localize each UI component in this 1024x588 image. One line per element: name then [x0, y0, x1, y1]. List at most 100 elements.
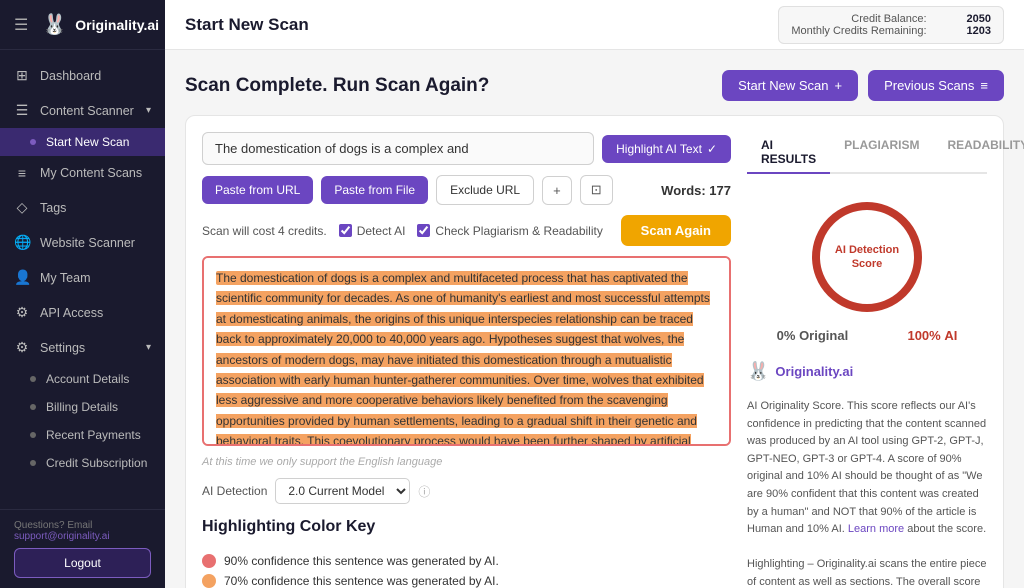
sidebar-nav: ⊞ Dashboard ☰ Content Scanner ▾ Start Ne… [0, 50, 165, 509]
sidebar-header: ☰ 🐰 Originality.ai [0, 0, 165, 50]
sidebar-item-label: My Content Scans [40, 166, 142, 180]
exclude-url-button[interactable]: Exclude URL [436, 175, 534, 205]
brand-name: Originality.ai [775, 364, 853, 379]
original-score: 0% Original [777, 328, 849, 343]
results-tabs: AI RESULTS PLAGIARISM READABILITY [747, 132, 987, 174]
plagiarism-checkbox-label[interactable]: Check Plagiarism & Readability [417, 224, 602, 238]
monthly-credits-label: Monthly Credits Remaining: [791, 25, 926, 37]
sidebar-item-website-scanner[interactable]: 🌐 Website Scanner [0, 225, 165, 260]
copy-icon-button[interactable]: ⊡ [580, 175, 613, 205]
brain-icon: 🐰 [747, 361, 769, 382]
tab-ai-results[interactable]: AI RESULTS [747, 132, 830, 174]
sidebar-title: Originality.ai [75, 17, 159, 33]
detect-ai-checkbox[interactable] [339, 224, 352, 237]
paste-from-url-button[interactable]: Paste from URL [202, 176, 313, 204]
logo-icon: 🐰 [42, 12, 67, 37]
content-area: Scan Complete. Run Scan Again? Start New… [165, 50, 1024, 588]
logout-button[interactable]: Logout [14, 548, 151, 578]
monthly-credits-row: Monthly Credits Remaining: 1203 [791, 25, 991, 37]
score-circle-label: AI DetectionScore [835, 243, 899, 272]
tab-plagiarism[interactable]: PLAGIARISM [830, 132, 933, 174]
learn-more-link[interactable]: Learn more [848, 523, 904, 535]
sidebar-item-my-team[interactable]: 👤 My Team [0, 260, 165, 295]
scan-header-actions: Start New Scan + Previous Scans ≡ [722, 70, 1004, 101]
scanner-right: AI RESULTS PLAGIARISM READABILITY AI Det… [747, 132, 987, 588]
highlighted-text-area: The domestication of dogs is a complex a… [202, 256, 731, 446]
sidebar-item-content-scanner[interactable]: ☰ Content Scanner ▾ [0, 93, 165, 128]
sub-dot [30, 460, 36, 466]
website-scanner-icon: 🌐 [14, 234, 30, 251]
start-new-scan-button[interactable]: Start New Scan + [722, 70, 858, 101]
ai-highlighted-sentence: The domestication of dogs is a complex a… [216, 271, 714, 446]
tab-readability[interactable]: READABILITY [933, 132, 1024, 174]
sidebar-item-settings[interactable]: ⚙ Settings ▾ [0, 330, 165, 365]
info-icon[interactable]: ⓘ [418, 483, 430, 500]
scan-again-button[interactable]: Scan Again [621, 215, 731, 246]
language-note: At this time we only support the English… [202, 456, 731, 468]
sidebar-item-label: API Access [40, 306, 103, 320]
sidebar-item-recent-payments[interactable]: Recent Payments [0, 421, 165, 449]
highlight-ai-text-button[interactable]: Highlight AI Text ✓ [602, 135, 731, 163]
sub-dot [30, 432, 36, 438]
settings-icon: ⚙ [14, 339, 30, 356]
sidebar-item-billing-details[interactable]: Billing Details [0, 393, 165, 421]
scan-header: Scan Complete. Run Scan Again? Start New… [185, 70, 1004, 101]
model-select[interactable]: 2.0 Current Model [275, 478, 410, 504]
sidebar-item-dashboard[interactable]: ⊞ Dashboard [0, 58, 165, 93]
paste-from-file-button[interactable]: Paste from File [321, 176, 428, 204]
color-key-title: Highlighting Color Key [202, 518, 731, 536]
detect-ai-checkbox-label[interactable]: Detect AI [339, 224, 406, 238]
sidebar: ☰ 🐰 Originality.ai ⊞ Dashboard ☰ Content… [0, 0, 165, 588]
active-dot [30, 139, 36, 145]
model-label: AI Detection [202, 484, 267, 498]
monthly-credits-value: 1203 [967, 25, 991, 37]
model-row: AI Detection 2.0 Current Model ⓘ [202, 478, 731, 504]
chevron-down-icon: ▾ [146, 342, 151, 353]
menu-icon: ≡ [980, 78, 988, 93]
color-dot-70 [202, 574, 216, 588]
sidebar-item-api-access[interactable]: ⚙ API Access [0, 295, 165, 330]
plagiarism-checkbox[interactable] [417, 224, 430, 237]
sidebar-item-tags[interactable]: ◇ Tags [0, 190, 165, 225]
ai-score: 100% AI [907, 328, 957, 343]
hamburger-icon[interactable]: ☰ [14, 15, 28, 35]
color-key-item-90: 90% confidence this sentence was generat… [202, 554, 731, 568]
scan-options-row: Scan will cost 4 credits. Detect AI Chec… [202, 215, 731, 246]
sidebar-item-label: Credit Subscription [46, 456, 147, 470]
support-text: Questions? Email support@originality.ai [14, 520, 151, 542]
color-dot-90 [202, 554, 216, 568]
sidebar-item-label: Tags [40, 201, 66, 215]
color-key-label-90: 90% confidence this sentence was generat… [224, 554, 499, 568]
sub-dot [30, 404, 36, 410]
plus-icon: + [834, 78, 842, 93]
results-description: AI Originality Score. This score reflect… [747, 398, 987, 588]
color-key-label-70: 70% confidence this sentence was generat… [224, 574, 499, 588]
sidebar-item-label: Recent Payments [46, 428, 141, 442]
credit-balance-value: 2050 [967, 13, 991, 25]
color-key-item-70: 70% confidence this sentence was generat… [202, 574, 731, 588]
main-content: Start New Scan Credit Balance: 2050 Mont… [165, 0, 1024, 588]
sidebar-item-label: Billing Details [46, 400, 118, 414]
originality-brand: 🐰 Originality.ai [747, 361, 987, 382]
sidebar-item-label: Content Scanner [40, 104, 134, 118]
sidebar-item-label: Start New Scan [46, 135, 129, 149]
scanner-left: The domestication of dogs is a complex a… [202, 132, 731, 588]
credits-display: Credit Balance: 2050 Monthly Credits Rem… [778, 6, 1004, 44]
sidebar-item-label: Website Scanner [40, 236, 135, 250]
scanner-panel: The domestication of dogs is a complex a… [185, 115, 1004, 588]
sidebar-item-credit-subscription[interactable]: Credit Subscription [0, 449, 165, 477]
sidebar-item-label: Dashboard [40, 69, 101, 83]
scan-complete-title: Scan Complete. Run Scan Again? [185, 75, 489, 97]
sidebar-footer: Questions? Email support@originality.ai … [0, 509, 165, 588]
tags-icon: ◇ [14, 199, 30, 216]
add-icon-button[interactable]: + [542, 176, 572, 205]
sidebar-item-account-details[interactable]: Account Details [0, 365, 165, 393]
sidebar-item-my-content-scans[interactable]: ≡ My Content Scans [0, 156, 165, 190]
support-email-link[interactable]: support@originality.ai [14, 531, 110, 542]
text-input-display[interactable]: The domestication of dogs is a complex a… [202, 132, 594, 165]
my-content-scans-icon: ≡ [14, 165, 30, 181]
credit-balance-row: Credit Balance: 2050 [851, 13, 991, 25]
sidebar-item-label: My Team [40, 271, 90, 285]
previous-scans-button[interactable]: Previous Scans ≡ [868, 70, 1004, 101]
sidebar-item-start-new-scan[interactable]: Start New Scan [0, 128, 165, 156]
